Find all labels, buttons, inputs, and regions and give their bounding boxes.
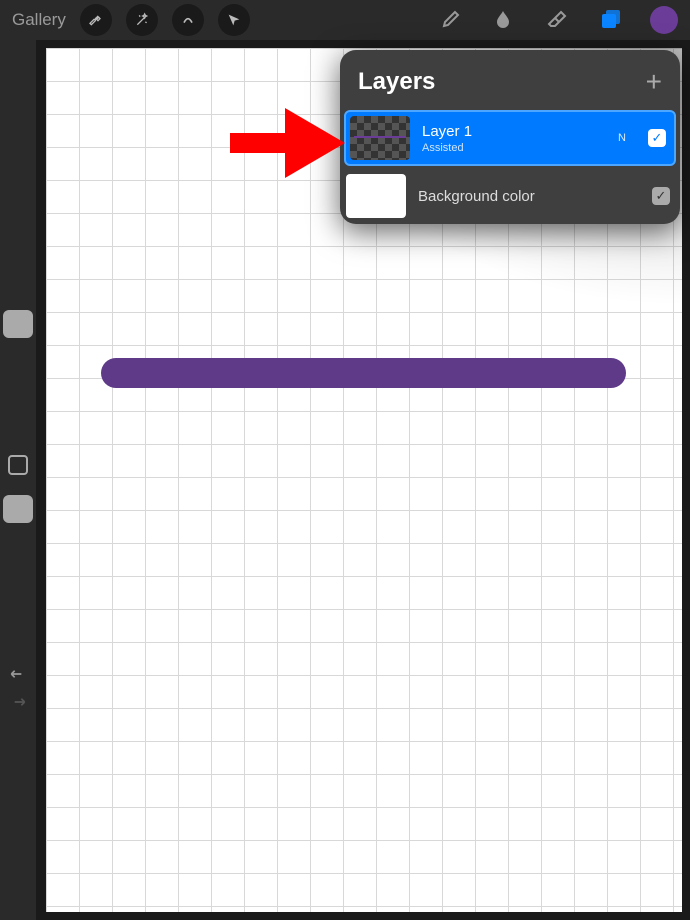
undo-button[interactable]: [8, 665, 28, 683]
top-toolbar: Gallery: [0, 0, 690, 40]
layer-visibility-checkbox[interactable]: ✓: [652, 187, 670, 205]
selection-button[interactable]: [172, 4, 204, 36]
left-sidebar: [0, 40, 36, 920]
layer-thumbnail[interactable]: [350, 116, 410, 160]
toolbar-left: Gallery: [12, 4, 250, 36]
layer-visibility-checkbox[interactable]: ✓: [648, 129, 666, 147]
brush-tool-button[interactable]: [434, 5, 464, 35]
smudge-tool-button[interactable]: [488, 5, 518, 35]
layer-row-selected[interactable]: Layer 1 Assisted N ✓: [344, 110, 676, 166]
actions-wrench-button[interactable]: [80, 4, 112, 36]
layer-row-background[interactable]: Background color ✓: [340, 168, 680, 224]
wand-icon: [134, 12, 150, 28]
wrench-icon: [88, 12, 104, 28]
layer-name: Background color: [418, 188, 640, 205]
toolbar-right: [434, 5, 678, 35]
smudge-icon: [491, 8, 515, 32]
layers-button[interactable]: [596, 5, 626, 35]
selection-icon: [180, 12, 196, 28]
layers-icon: [599, 8, 623, 32]
layer-name: Layer 1: [422, 123, 606, 140]
opacity-slider[interactable]: [3, 495, 33, 523]
layer-info: Layer 1 Assisted: [422, 123, 606, 154]
color-picker-button[interactable]: [650, 6, 678, 34]
transform-button[interactable]: [218, 4, 250, 36]
eraser-tool-button[interactable]: [542, 5, 572, 35]
layer-thumbnail[interactable]: [346, 174, 406, 218]
drawn-stroke: [101, 358, 626, 388]
add-layer-button[interactable]: +: [646, 68, 662, 96]
modify-button[interactable]: [8, 455, 28, 475]
arrow-icon: [226, 12, 242, 28]
layers-panel: Layers + Layer 1 Assisted N ✓ Background…: [340, 50, 680, 224]
layers-panel-header: Layers +: [340, 50, 680, 108]
adjustments-wand-button[interactable]: [126, 4, 158, 36]
blend-mode-indicator[interactable]: N: [618, 132, 626, 144]
brush-icon: [437, 8, 461, 32]
gallery-button[interactable]: Gallery: [12, 10, 66, 30]
layer-info: Background color: [418, 188, 640, 205]
layers-panel-title: Layers: [358, 68, 435, 96]
layer-subtitle: Assisted: [422, 142, 606, 154]
redo-button[interactable]: [8, 693, 28, 711]
eraser-icon: [545, 8, 569, 32]
brush-size-slider[interactable]: [3, 310, 33, 338]
